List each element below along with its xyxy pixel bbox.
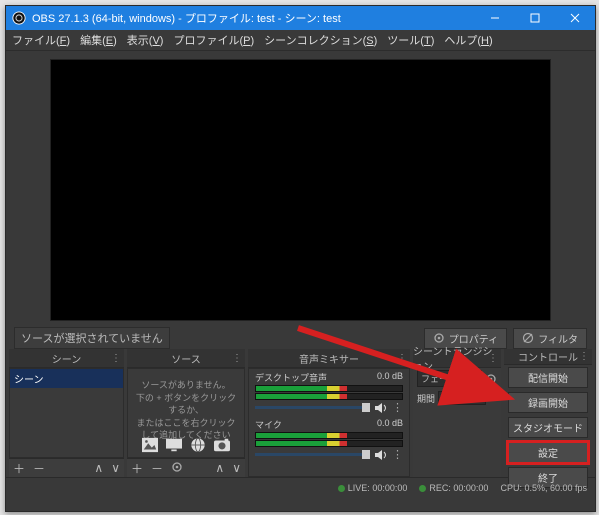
mixer-channel-mic: マイク0.0 dB ⋮ (249, 416, 409, 463)
menu-file[interactable]: ファイル(F) (12, 32, 70, 48)
panel-menu-icon[interactable]: ⋮ (579, 351, 589, 362)
obs-window: OBS 27.1.3 (64-bit, windows) - プロファイル: t… (5, 5, 596, 512)
panel-menu-icon[interactable]: ⋮ (488, 353, 498, 364)
status-live: LIVE: 00:00:00 (338, 483, 408, 493)
source-up-button[interactable]: ∧ (215, 461, 224, 475)
scenes-list[interactable]: シーン (9, 368, 124, 458)
volume-slider[interactable] (255, 453, 370, 456)
audio-meter (255, 393, 403, 400)
scene-down-button[interactable]: ∨ (111, 461, 120, 475)
filters-button[interactable]: フィルタ (513, 328, 587, 349)
statusbar: LIVE: 00:00:00 REC: 00:00:00 CPU: 0.5%, … (6, 477, 595, 498)
duration-input[interactable]: 300 ms (438, 391, 486, 405)
app-icon (12, 11, 26, 25)
menu-profile[interactable]: プロファイル(P) (173, 32, 254, 48)
no-source-label: ソースが選択されていません (14, 327, 170, 349)
mixer-channel-desktop: デスクトップ音声0.0 dB ⋮ (249, 369, 409, 416)
menu-view[interactable]: 表示(V) (127, 32, 164, 48)
audio-meter (255, 440, 403, 447)
maximize-button[interactable] (515, 6, 555, 30)
mixer-panel: 音声ミキサー⋮ デスクトップ音声0.0 dB ⋮ マイク0.0 dB (248, 349, 410, 477)
preview-area[interactable] (50, 59, 551, 321)
audio-meter (255, 385, 403, 392)
panel-menu-icon[interactable]: ⋮ (111, 353, 121, 364)
channel-menu-icon[interactable]: ⋮ (392, 401, 403, 414)
controls-panel: コントロール⋮ 配信開始 録画開始 スタジオモード 設定 終了 (504, 349, 592, 477)
panel-menu-icon[interactable]: ⋮ (232, 353, 242, 364)
minimize-button[interactable] (475, 6, 515, 30)
source-down-button[interactable]: ∨ (232, 461, 241, 475)
close-button[interactable] (555, 6, 595, 30)
scene-item[interactable]: シーン (10, 369, 123, 388)
source-remove-button[interactable]: － (151, 460, 163, 477)
titlebar: OBS 27.1.3 (64-bit, windows) - プロファイル: t… (6, 6, 595, 30)
window-title: OBS 27.1.3 (64-bit, windows) - プロファイル: t… (32, 10, 475, 26)
scene-up-button[interactable]: ∧ (94, 461, 103, 475)
source-type-icons (128, 437, 244, 453)
scene-remove-button[interactable]: － (33, 460, 45, 477)
start-recording-button[interactable]: 録画開始 (508, 392, 588, 413)
mixer-header: 音声ミキサー (299, 351, 359, 366)
source-add-button[interactable]: ＋ (131, 460, 143, 477)
globe-icon (189, 437, 207, 453)
filter-icon (522, 332, 534, 344)
status-cpu: CPU: 0.5%, 60.00 fps (500, 483, 587, 493)
menubar: ファイル(F) 編集(E) 表示(V) プロファイル(P) シーンコレクション(… (6, 30, 595, 51)
status-rec: REC: 00:00:00 (419, 483, 488, 493)
scene-add-button[interactable]: ＋ (13, 460, 25, 477)
controls-header: コントロール (518, 349, 578, 364)
menu-edit[interactable]: 編集(E) (80, 32, 117, 48)
settings-button[interactable]: 設定 (508, 442, 588, 463)
scenes-panel: シーン ⋮ シーン ＋ － ∧ ∨ (9, 349, 124, 477)
volume-slider[interactable] (255, 406, 370, 409)
channel-menu-icon[interactable]: ⋮ (392, 448, 403, 461)
menu-help[interactable]: ヘルプ(H) (444, 32, 492, 48)
image-icon (141, 437, 159, 453)
sources-header: ソース (171, 351, 201, 366)
audio-meter (255, 432, 403, 439)
transitions-panel: シーントランジション⋮ フェード 期間 300 ms (413, 349, 501, 477)
transition-select[interactable]: フェード (417, 370, 482, 387)
start-streaming-button[interactable]: 配信開始 (508, 367, 588, 388)
sources-list[interactable]: ソースがありません。 下の + ボタンをクリックするか、 またはここを右クリック… (127, 368, 245, 458)
speaker-icon[interactable] (374, 402, 388, 414)
menu-tools[interactable]: ツール(T) (387, 32, 434, 48)
mid-toolbar: ソースが選択されていません プロパティ フィルタ (6, 327, 595, 349)
duration-label: 期間 (417, 392, 435, 405)
panel-menu-icon[interactable]: ⋮ (397, 353, 407, 364)
gear-icon[interactable] (485, 373, 497, 385)
studio-mode-button[interactable]: スタジオモード (508, 417, 588, 438)
sources-panel: ソース ⋮ ソースがありません。 下の + ボタンをクリックするか、 またはここを… (127, 349, 245, 477)
scenes-header: シーン (52, 351, 82, 366)
camera-icon (213, 437, 231, 453)
speaker-icon[interactable] (374, 449, 388, 461)
menu-scenecol[interactable]: シーンコレクション(S) (264, 32, 377, 48)
source-settings-button[interactable] (171, 461, 183, 476)
display-icon (165, 437, 183, 453)
